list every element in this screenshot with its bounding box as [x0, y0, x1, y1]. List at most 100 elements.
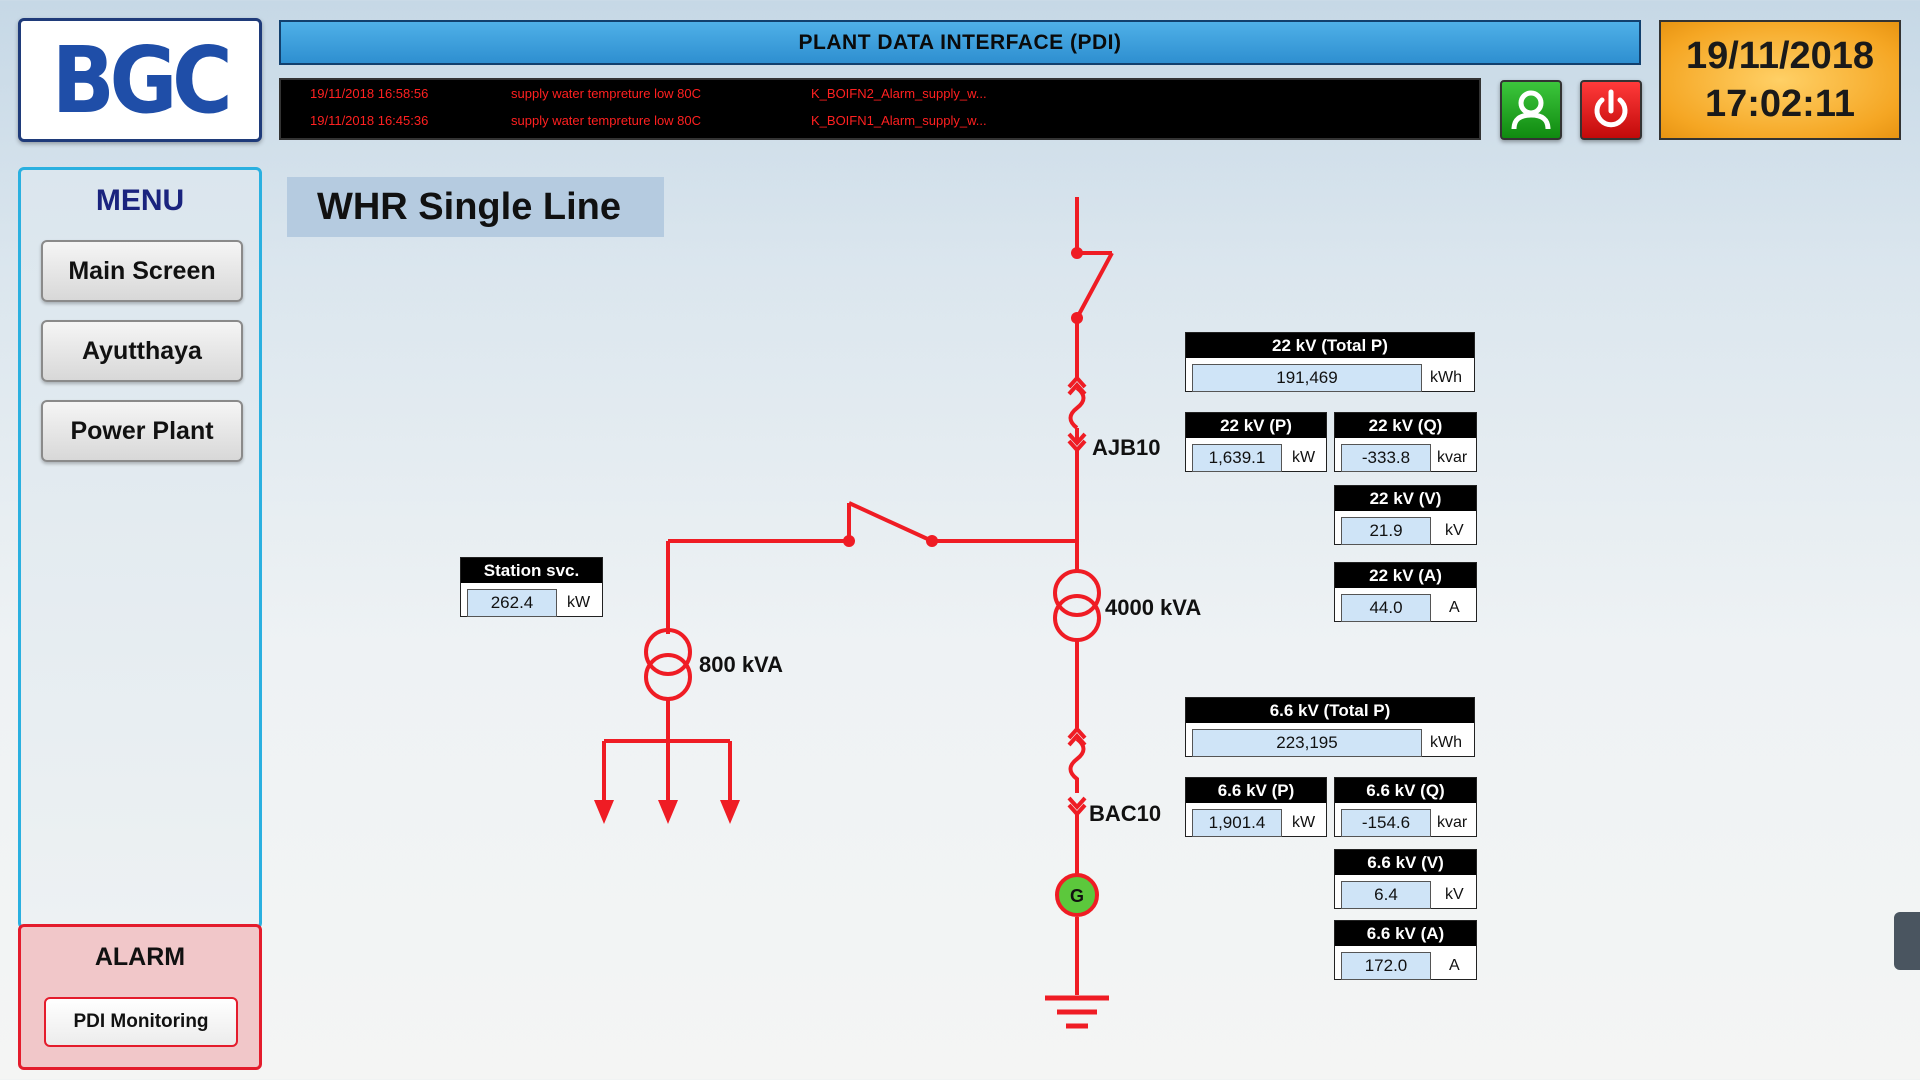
current-time: 17:02:11 — [1704, 83, 1855, 125]
load-arrow — [658, 800, 678, 824]
alarm-message: supply water tempreture low 80C — [511, 113, 702, 128]
mv-total-energy-box[interactable]: 6.6 kV (Total P) 223,195 kWh — [1185, 697, 1475, 757]
ajb10-breaker — [1068, 386, 1086, 430]
hv-voltage-box[interactable]: 22 kV (V) 21.9 kV — [1334, 485, 1477, 545]
measure-unit: A — [1449, 957, 1460, 974]
measure-value: 21.9 — [1341, 517, 1431, 545]
datetime-display: 19/11/2018 17:02:11 — [1659, 20, 1901, 140]
user-login-button[interactable] — [1500, 80, 1562, 140]
measure-unit: kvar — [1437, 449, 1468, 466]
generator-label: G — [1070, 886, 1084, 906]
load-arrow — [594, 800, 614, 824]
measure-label: 6.6 kV (V) — [1335, 850, 1476, 875]
alarm-entry[interactable]: 19/11/2018 16:58:56 supply water tempret… — [281, 86, 1479, 104]
ayutthaya-button[interactable]: Ayutthaya — [41, 320, 243, 382]
bgc-logo: BGC — [18, 18, 262, 142]
transformer-4000-label: 4000 kVA — [1105, 595, 1202, 620]
page-title-text: WHR Single Line — [317, 185, 621, 228]
station-transformer-primary — [644, 628, 692, 676]
bac10-lower-chevron — [1067, 796, 1087, 818]
alarm-tag: K_BOIFN1_Alarm_supply_w... — [811, 113, 987, 128]
current-date: 19/11/2018 — [1685, 35, 1875, 77]
hv-reactive-power-box[interactable]: 22 kV (Q) -333.8 kvar — [1334, 412, 1477, 472]
menu-title: MENU — [95, 184, 185, 217]
mv-voltage-box[interactable]: 6.6 kV (V) 6.4 kV — [1334, 849, 1477, 909]
power-plant-button[interactable]: Power Plant — [41, 400, 243, 462]
hv-active-power-box[interactable]: 22 kV (P) 1,639.1 kW — [1185, 412, 1327, 472]
power-button[interactable] — [1580, 80, 1642, 140]
measure-value: 223,195 — [1192, 729, 1422, 757]
page-title: WHR Single Line — [287, 177, 664, 237]
menu-panel: MENU Main Screen Ayutthaya Power Plant — [18, 167, 262, 929]
alarm-entry[interactable]: 19/11/2018 16:45:36 supply water tempret… — [281, 113, 1479, 131]
measure-label: 22 kV (P) — [1186, 413, 1326, 438]
load-arrow — [720, 800, 740, 824]
measure-unit: kW — [1292, 814, 1316, 831]
measure-label: 6.6 kV (A) — [1335, 921, 1476, 946]
measure-unit: kWh — [1430, 734, 1462, 751]
ajb10-lower-chevron — [1067, 432, 1087, 454]
ajb10-upper-chevron — [1067, 374, 1087, 396]
measure-label: 22 kV (V) — [1335, 486, 1476, 511]
station-switch-blade — [848, 501, 933, 543]
alarm-time: 19/11/2018 16:45:36 — [310, 113, 429, 128]
measure-unit: kV — [1445, 886, 1464, 903]
measure-label: 22 kV (Q) — [1335, 413, 1476, 438]
top-switch-node-upper — [1071, 247, 1083, 259]
measure-value: 172.0 — [1341, 952, 1431, 980]
generator-symbol — [1055, 873, 1099, 917]
bac10-breaker — [1068, 737, 1086, 793]
user-icon — [1511, 90, 1551, 130]
logo-text: BGC — [52, 26, 233, 134]
alarm-message: supply water tempreture low 80C — [511, 86, 702, 101]
top-switch-node-lower — [1071, 312, 1083, 324]
alarm-panel: ALARM PDI Monitoring — [18, 924, 262, 1070]
measure-unit: kV — [1445, 522, 1464, 539]
measure-value: 191,469 — [1192, 364, 1422, 392]
main-screen-button[interactable]: Main Screen — [41, 240, 243, 302]
measure-value: 6.4 — [1341, 881, 1431, 909]
alarm-tag: K_BOIFN2_Alarm_supply_w... — [811, 86, 987, 101]
main-transformer-primary — [1053, 569, 1101, 617]
alarm-time: 19/11/2018 16:58:56 — [310, 86, 429, 101]
measure-value: -154.6 — [1341, 809, 1431, 837]
top-switch-blade — [1075, 252, 1114, 319]
measure-unit: kW — [1292, 449, 1316, 466]
station-transformer-secondary — [644, 653, 692, 701]
measure-value: 262.4 — [467, 589, 557, 617]
hv-total-energy-box[interactable]: 22 kV (Total P) 191,469 kWh — [1185, 332, 1475, 392]
station-service-box[interactable]: Station svc. 262.4 kW — [460, 557, 603, 617]
station-switch-node-left — [843, 535, 855, 547]
pdi-monitoring-button[interactable]: PDI Monitoring — [44, 997, 238, 1047]
station-switch-node-right — [926, 535, 938, 547]
transformer-800-label: 800 kVA — [699, 652, 783, 677]
single-line-diagram: G — [594, 197, 1114, 1029]
app-title-bar: PLANT DATA INTERFACE (PDI) — [279, 20, 1641, 65]
alarm-banner[interactable]: 19/11/2018 16:58:56 supply water tempret… — [279, 78, 1481, 140]
measure-value: 1,901.4 — [1192, 809, 1282, 837]
measure-label: Station svc. — [461, 558, 602, 583]
power-icon — [1594, 89, 1628, 128]
app-title: PLANT DATA INTERFACE (PDI) — [798, 30, 1122, 54]
measure-label: 6.6 kV (Q) — [1335, 778, 1476, 803]
breaker-bac10-label: BAC10 — [1089, 801, 1162, 826]
alarm-title: ALARM — [94, 943, 186, 971]
hv-current-box[interactable]: 22 kV (A) 44.0 A — [1334, 562, 1477, 622]
measure-value: -333.8 — [1341, 444, 1431, 472]
bac10-upper-chevron — [1067, 725, 1087, 747]
measure-value: 1,639.1 — [1192, 444, 1282, 472]
measure-label: 6.6 kV (P) — [1186, 778, 1326, 803]
mv-current-box[interactable]: 6.6 kV (A) 172.0 A — [1334, 920, 1477, 980]
main-transformer-secondary — [1053, 594, 1101, 642]
mv-active-power-box[interactable]: 6.6 kV (P) 1,901.4 kW — [1185, 777, 1327, 837]
measure-value: 44.0 — [1341, 594, 1431, 622]
measure-label: 22 kV (A) — [1335, 563, 1476, 588]
side-panel-tab[interactable] — [1894, 912, 1920, 970]
measure-unit: kW — [567, 594, 591, 611]
measure-label: 22 kV (Total P) — [1186, 333, 1474, 358]
breaker-ajb10-label: AJB10 — [1092, 435, 1161, 460]
measure-label: 6.6 kV (Total P) — [1186, 698, 1474, 723]
measure-unit: A — [1449, 599, 1460, 616]
measure-unit: kWh — [1430, 369, 1462, 386]
mv-reactive-power-box[interactable]: 6.6 kV (Q) -154.6 kvar — [1334, 777, 1477, 837]
